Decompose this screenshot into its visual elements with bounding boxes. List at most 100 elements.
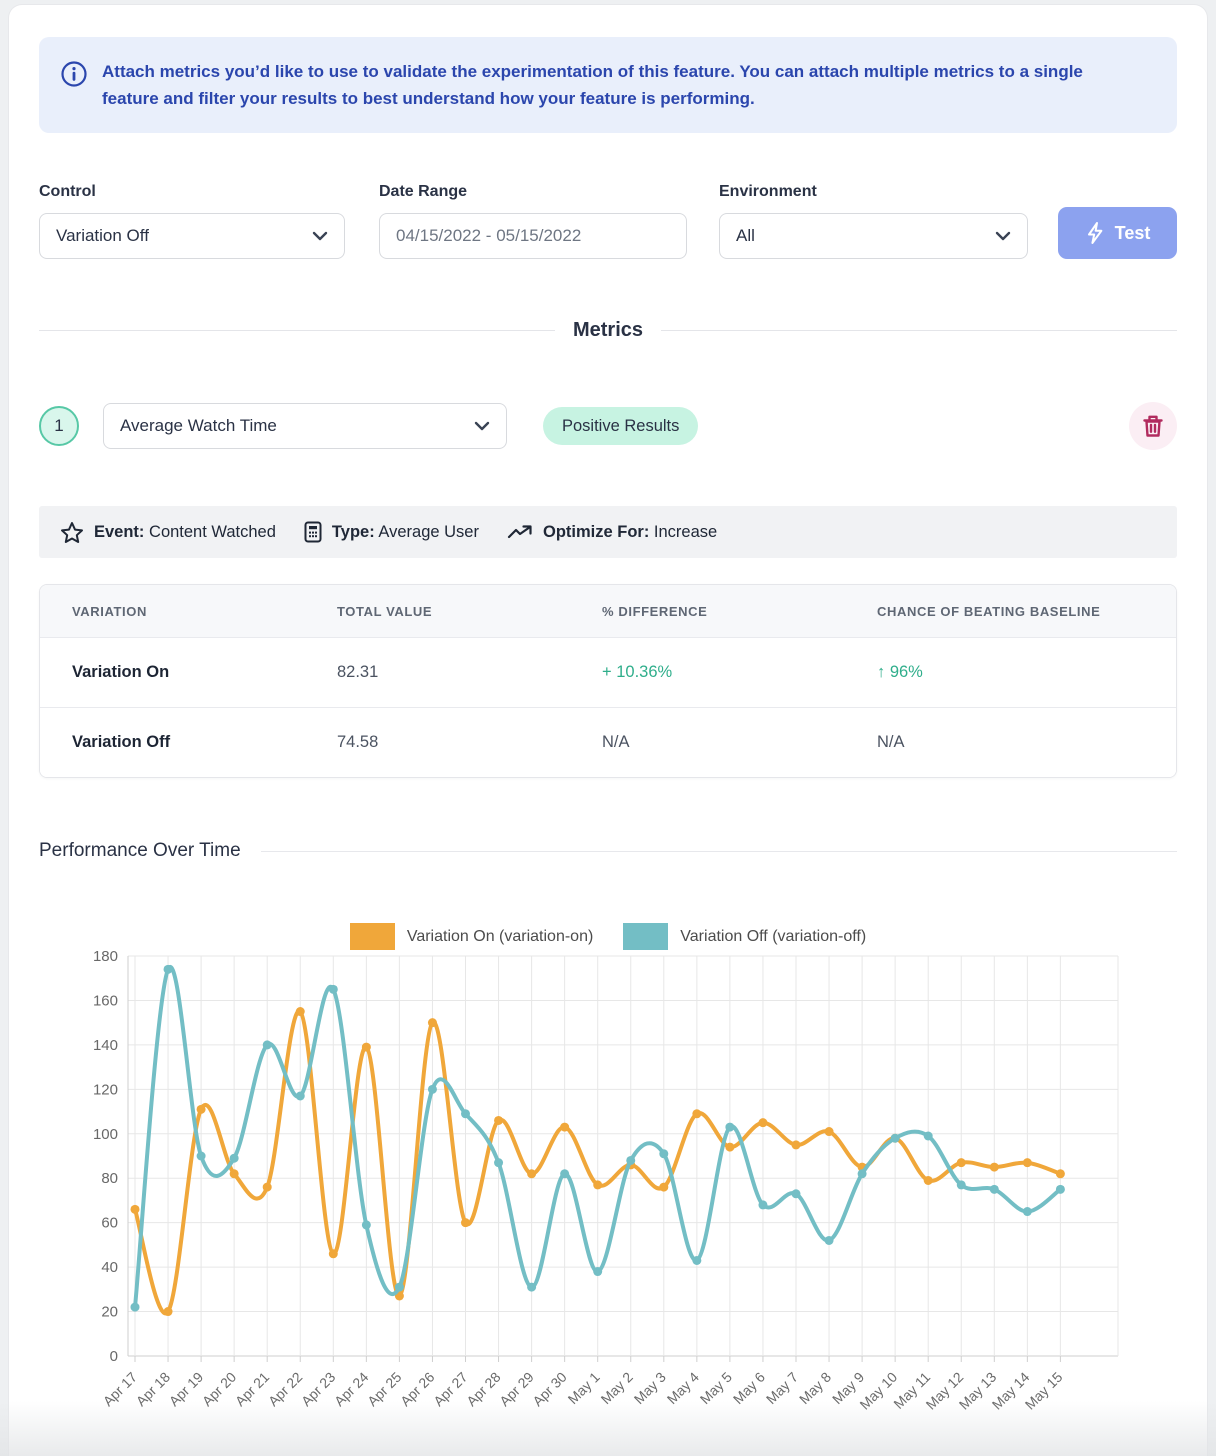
svg-text:Apr 21: Apr 21	[232, 1369, 273, 1410]
data-point	[296, 1007, 305, 1016]
data-point	[197, 1152, 206, 1161]
svg-text:20: 20	[101, 1304, 118, 1321]
svg-text:May 3: May 3	[631, 1369, 669, 1407]
data-point	[792, 1189, 801, 1198]
metric-details-bar: Event: Content Watched Type: Average Use…	[39, 506, 1177, 558]
delete-metric-button[interactable]	[1129, 402, 1177, 450]
data-point	[1056, 1185, 1065, 1194]
data-point	[692, 1109, 701, 1118]
data-point	[461, 1109, 470, 1118]
chart-legend: Variation On (variation-on) Variation Off…	[39, 923, 1177, 950]
svg-text:Apr 28: Apr 28	[463, 1369, 504, 1410]
svg-text:Apr 26: Apr 26	[397, 1369, 438, 1410]
data-point	[891, 1134, 900, 1143]
metrics-section-divider: Metrics	[39, 319, 1177, 342]
svg-text:May 5: May 5	[697, 1369, 735, 1407]
difference-cell: + 10.36%	[602, 663, 877, 682]
svg-text:Apr 22: Apr 22	[265, 1369, 306, 1410]
control-select[interactable]: Variation Off	[39, 213, 345, 259]
data-point	[263, 1183, 272, 1192]
data-point	[626, 1156, 635, 1165]
svg-text:160: 160	[93, 992, 118, 1009]
data-point	[296, 1092, 305, 1101]
variation-cell: Variation On	[72, 663, 337, 682]
data-point	[131, 1303, 140, 1312]
metrics-section-title: Metrics	[573, 319, 643, 342]
legend-swatch	[350, 923, 395, 950]
metric-row: 1 Average Watch Time Positive Results	[39, 402, 1177, 450]
svg-text:60: 60	[101, 1215, 118, 1232]
data-point	[792, 1140, 801, 1149]
svg-text:Apr 20: Apr 20	[199, 1369, 240, 1410]
date-range-input[interactable]: 04/15/2022 - 05/15/2022	[379, 213, 687, 259]
divider-line	[661, 330, 1177, 331]
svg-text:Apr 24: Apr 24	[331, 1369, 372, 1410]
data-point	[230, 1154, 239, 1163]
data-point	[593, 1267, 602, 1276]
svg-text:May 7: May 7	[763, 1369, 801, 1407]
data-point	[924, 1176, 933, 1185]
environment-value: All	[736, 226, 995, 246]
col-variation: Variation	[72, 604, 337, 619]
line-chart-canvas: 020406080100120140160180Apr 17Apr 18Apr …	[39, 898, 1177, 1454]
data-point	[725, 1143, 734, 1152]
data-point	[560, 1169, 569, 1178]
legend-swatch	[623, 923, 668, 950]
optimize-label: Optimize For:	[543, 523, 649, 541]
info-banner: Attach metrics you’d like to use to vali…	[39, 37, 1177, 133]
data-point	[131, 1205, 140, 1214]
chevron-down-icon	[474, 421, 490, 431]
experiment-panel: Attach metrics you’d like to use to vali…	[8, 4, 1208, 1456]
legend-label: Variation Off (variation-off)	[680, 928, 866, 946]
data-point	[428, 1018, 437, 1027]
legend-label: Variation On (variation-on)	[407, 928, 593, 946]
metric-index-badge: 1	[39, 406, 79, 446]
environment-label: Environment	[719, 183, 1028, 201]
data-point	[990, 1185, 999, 1194]
svg-text:May 15: May 15	[1022, 1369, 1066, 1413]
lightning-icon	[1085, 221, 1105, 245]
variation-cell: Variation Off	[72, 733, 337, 752]
calculator-icon	[304, 521, 322, 543]
svg-text:40: 40	[101, 1259, 118, 1276]
total-value-cell: 74.58	[337, 733, 602, 752]
data-point	[924, 1132, 933, 1141]
data-point	[164, 1307, 173, 1316]
chevron-down-icon	[995, 231, 1011, 241]
svg-text:May 8: May 8	[796, 1369, 834, 1407]
type-label: Type:	[332, 523, 375, 541]
event-label: Event:	[94, 523, 144, 541]
event-value: Content Watched	[149, 523, 276, 541]
svg-text:Apr 19: Apr 19	[166, 1369, 207, 1410]
svg-text:Apr 27: Apr 27	[430, 1369, 471, 1410]
test-button[interactable]: Test	[1058, 207, 1177, 259]
type-value: Average User	[378, 523, 479, 541]
control-value: Variation Off	[56, 226, 312, 246]
chance-cell: N/A	[877, 733, 1176, 752]
legend-item[interactable]: Variation Off (variation-off)	[623, 923, 866, 950]
data-point	[825, 1127, 834, 1136]
svg-text:May 1: May 1	[565, 1369, 603, 1407]
banner-text: Attach metrics you’d like to use to vali…	[102, 58, 1132, 112]
metric-select[interactable]: Average Watch Time	[103, 403, 507, 449]
metric-name: Average Watch Time	[120, 416, 474, 436]
total-value-cell: 82.31	[337, 663, 602, 682]
svg-text:Apr 25: Apr 25	[364, 1369, 405, 1410]
data-point	[329, 985, 338, 994]
legend-item[interactable]: Variation On (variation-on)	[350, 923, 593, 950]
svg-text:80: 80	[101, 1170, 118, 1187]
data-point	[527, 1283, 536, 1292]
data-point	[1023, 1158, 1032, 1167]
data-point	[758, 1118, 767, 1127]
environment-select[interactable]: All	[719, 213, 1028, 259]
data-point	[263, 1040, 272, 1049]
optimize-value: Increase	[654, 523, 717, 541]
date-range-label: Date Range	[379, 183, 687, 201]
svg-text:120: 120	[93, 1081, 118, 1098]
data-point	[990, 1163, 999, 1172]
chevron-down-icon	[312, 231, 328, 241]
data-point	[957, 1180, 966, 1189]
data-point	[494, 1158, 503, 1167]
filters-row: Control Variation Off Date Range 04/15/2…	[39, 183, 1177, 259]
data-point	[362, 1043, 371, 1052]
